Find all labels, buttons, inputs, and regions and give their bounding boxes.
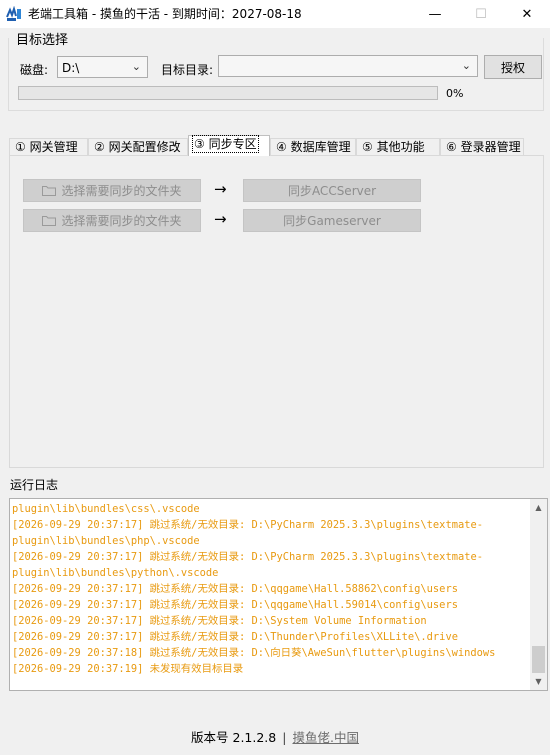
log-line: [2026-09-29 20:37:18] 跳过系统/无效目录: D:\向日葵\…: [12, 647, 496, 659]
title-bar: 老端工具箱 - 摸鱼的干活 - 到期时间：2027-08-18 — ☐ ✕: [0, 0, 550, 28]
log-scrollbar[interactable]: ▲ ▼: [530, 499, 547, 690]
chevron-down-icon: ⌄: [461, 59, 471, 72]
close-icon: ✕: [521, 6, 533, 22]
select-folder-button-2[interactable]: 选择需要同步的文件夹: [23, 209, 201, 232]
log-line: [2026-09-29 20:37:17] 跳过系统/无效目录: D:\Syst…: [12, 615, 427, 627]
close-button[interactable]: ✕: [504, 0, 550, 28]
disk-select-value: D:\: [62, 61, 80, 75]
tab-label: ② 网关配置修改: [94, 140, 181, 154]
auth-button[interactable]: 授权: [484, 55, 542, 79]
select-folder-button-1[interactable]: 选择需要同步的文件夹: [23, 179, 201, 202]
sync-accserver-label: 同步ACCServer: [287, 184, 377, 198]
log-textbox[interactable]: plugin\lib\bundles\css\.vscode [2026-09-2…: [9, 498, 548, 691]
app-icon: [6, 6, 22, 22]
website-link[interactable]: 摸鱼佬.中国: [292, 730, 358, 745]
log-line: [2026-09-29 20:37:19] 未发现有效目标目录: [12, 663, 244, 675]
sync-arrow-1: →: [214, 180, 227, 198]
disk-label: 磁盘:: [20, 63, 49, 77]
progress-text: 0%: [446, 87, 464, 100]
chevron-down-icon: ⌄: [131, 60, 141, 73]
version-text: 版本号 2.1.2.8: [191, 730, 277, 745]
sync-panel: 选择需要同步的文件夹 → 同步ACCServer 选择需要同步的文件夹 → 同步…: [9, 155, 544, 468]
tab-label: ④ 数据库管理: [276, 140, 351, 154]
log-line: [2026-09-29 20:37:17] 跳过系统/无效目录: D:\qqga…: [12, 583, 458, 595]
scroll-up-icon[interactable]: ▲: [530, 499, 547, 516]
sync-arrow-2: →: [214, 210, 227, 228]
log-lines: plugin\lib\bundles\css\.vscode [2026-09-2…: [12, 501, 527, 677]
target-dir-label: 目标目录:: [161, 63, 214, 77]
log-title: 运行日志: [10, 478, 59, 492]
footer: 版本号 2.1.2.8 | 摸鱼佬.中国: [0, 727, 550, 746]
window-title: 老端工具箱 - 摸鱼的干活 - 到期时间：2027-08-18: [28, 7, 302, 21]
footer-separator: |: [282, 730, 287, 745]
target-dir-select[interactable]: ⌄: [218, 55, 478, 77]
log-line: plugin\lib\bundles\css\.vscode: [12, 503, 200, 515]
folder-icon: [42, 216, 57, 226]
sync-gameserver-label: 同步Gameserver: [283, 214, 381, 228]
maximize-button[interactable]: ☐: [458, 0, 504, 28]
disk-select[interactable]: D:\ ⌄: [57, 56, 148, 78]
log-line: [2026-09-29 20:37:17] 跳过系统/无效目录: D:\qqga…: [12, 599, 458, 611]
scroll-thumb[interactable]: [532, 646, 545, 673]
tab-label: ① 网关管理: [15, 140, 78, 154]
sync-accserver-button[interactable]: 同步ACCServer: [243, 179, 421, 202]
log-line: plugin\lib\bundles\php\.vscode: [12, 535, 200, 547]
scroll-down-icon[interactable]: ▼: [530, 673, 547, 690]
target-group-title: 目标选择: [16, 33, 69, 48]
tab-launcher[interactable]: ⑥ 登录器管理: [440, 138, 524, 156]
tab-label: ③ 同步专区: [192, 135, 259, 153]
minimize-icon: —: [428, 6, 442, 22]
select-folder-label: 选择需要同步的文件夹: [61, 184, 182, 198]
maximize-icon: ☐: [475, 6, 487, 22]
select-folder-label: 选择需要同步的文件夹: [61, 214, 182, 228]
tab-database[interactable]: ④ 数据库管理: [270, 138, 356, 156]
folder-icon: [42, 186, 57, 196]
tab-label: ⑥ 登录器管理: [446, 140, 521, 154]
log-line: plugin\lib\bundles\python\.vscode: [12, 567, 219, 579]
tab-label: ⑤ 其他功能: [362, 140, 425, 154]
progress-bar: [18, 86, 438, 100]
log-line: [2026-09-29 20:37:17] 跳过系统/无效目录: D:\Thun…: [12, 631, 458, 643]
tab-gateway[interactable]: ① 网关管理: [9, 138, 88, 156]
sync-gameserver-button[interactable]: 同步Gameserver: [243, 209, 421, 232]
tab-gateway-config[interactable]: ② 网关配置修改: [88, 138, 188, 156]
minimize-button[interactable]: —: [412, 0, 458, 28]
auth-button-label: 授权: [500, 60, 525, 75]
tab-sync[interactable]: ③ 同步专区: [188, 135, 270, 156]
log-line: [2026-09-29 20:37:17] 跳过系统/无效目录: D:\PyCh…: [12, 551, 483, 563]
tab-other[interactable]: ⑤ 其他功能: [356, 138, 440, 156]
log-line: [2026-09-29 20:37:17] 跳过系统/无效目录: D:\PyCh…: [12, 519, 483, 531]
